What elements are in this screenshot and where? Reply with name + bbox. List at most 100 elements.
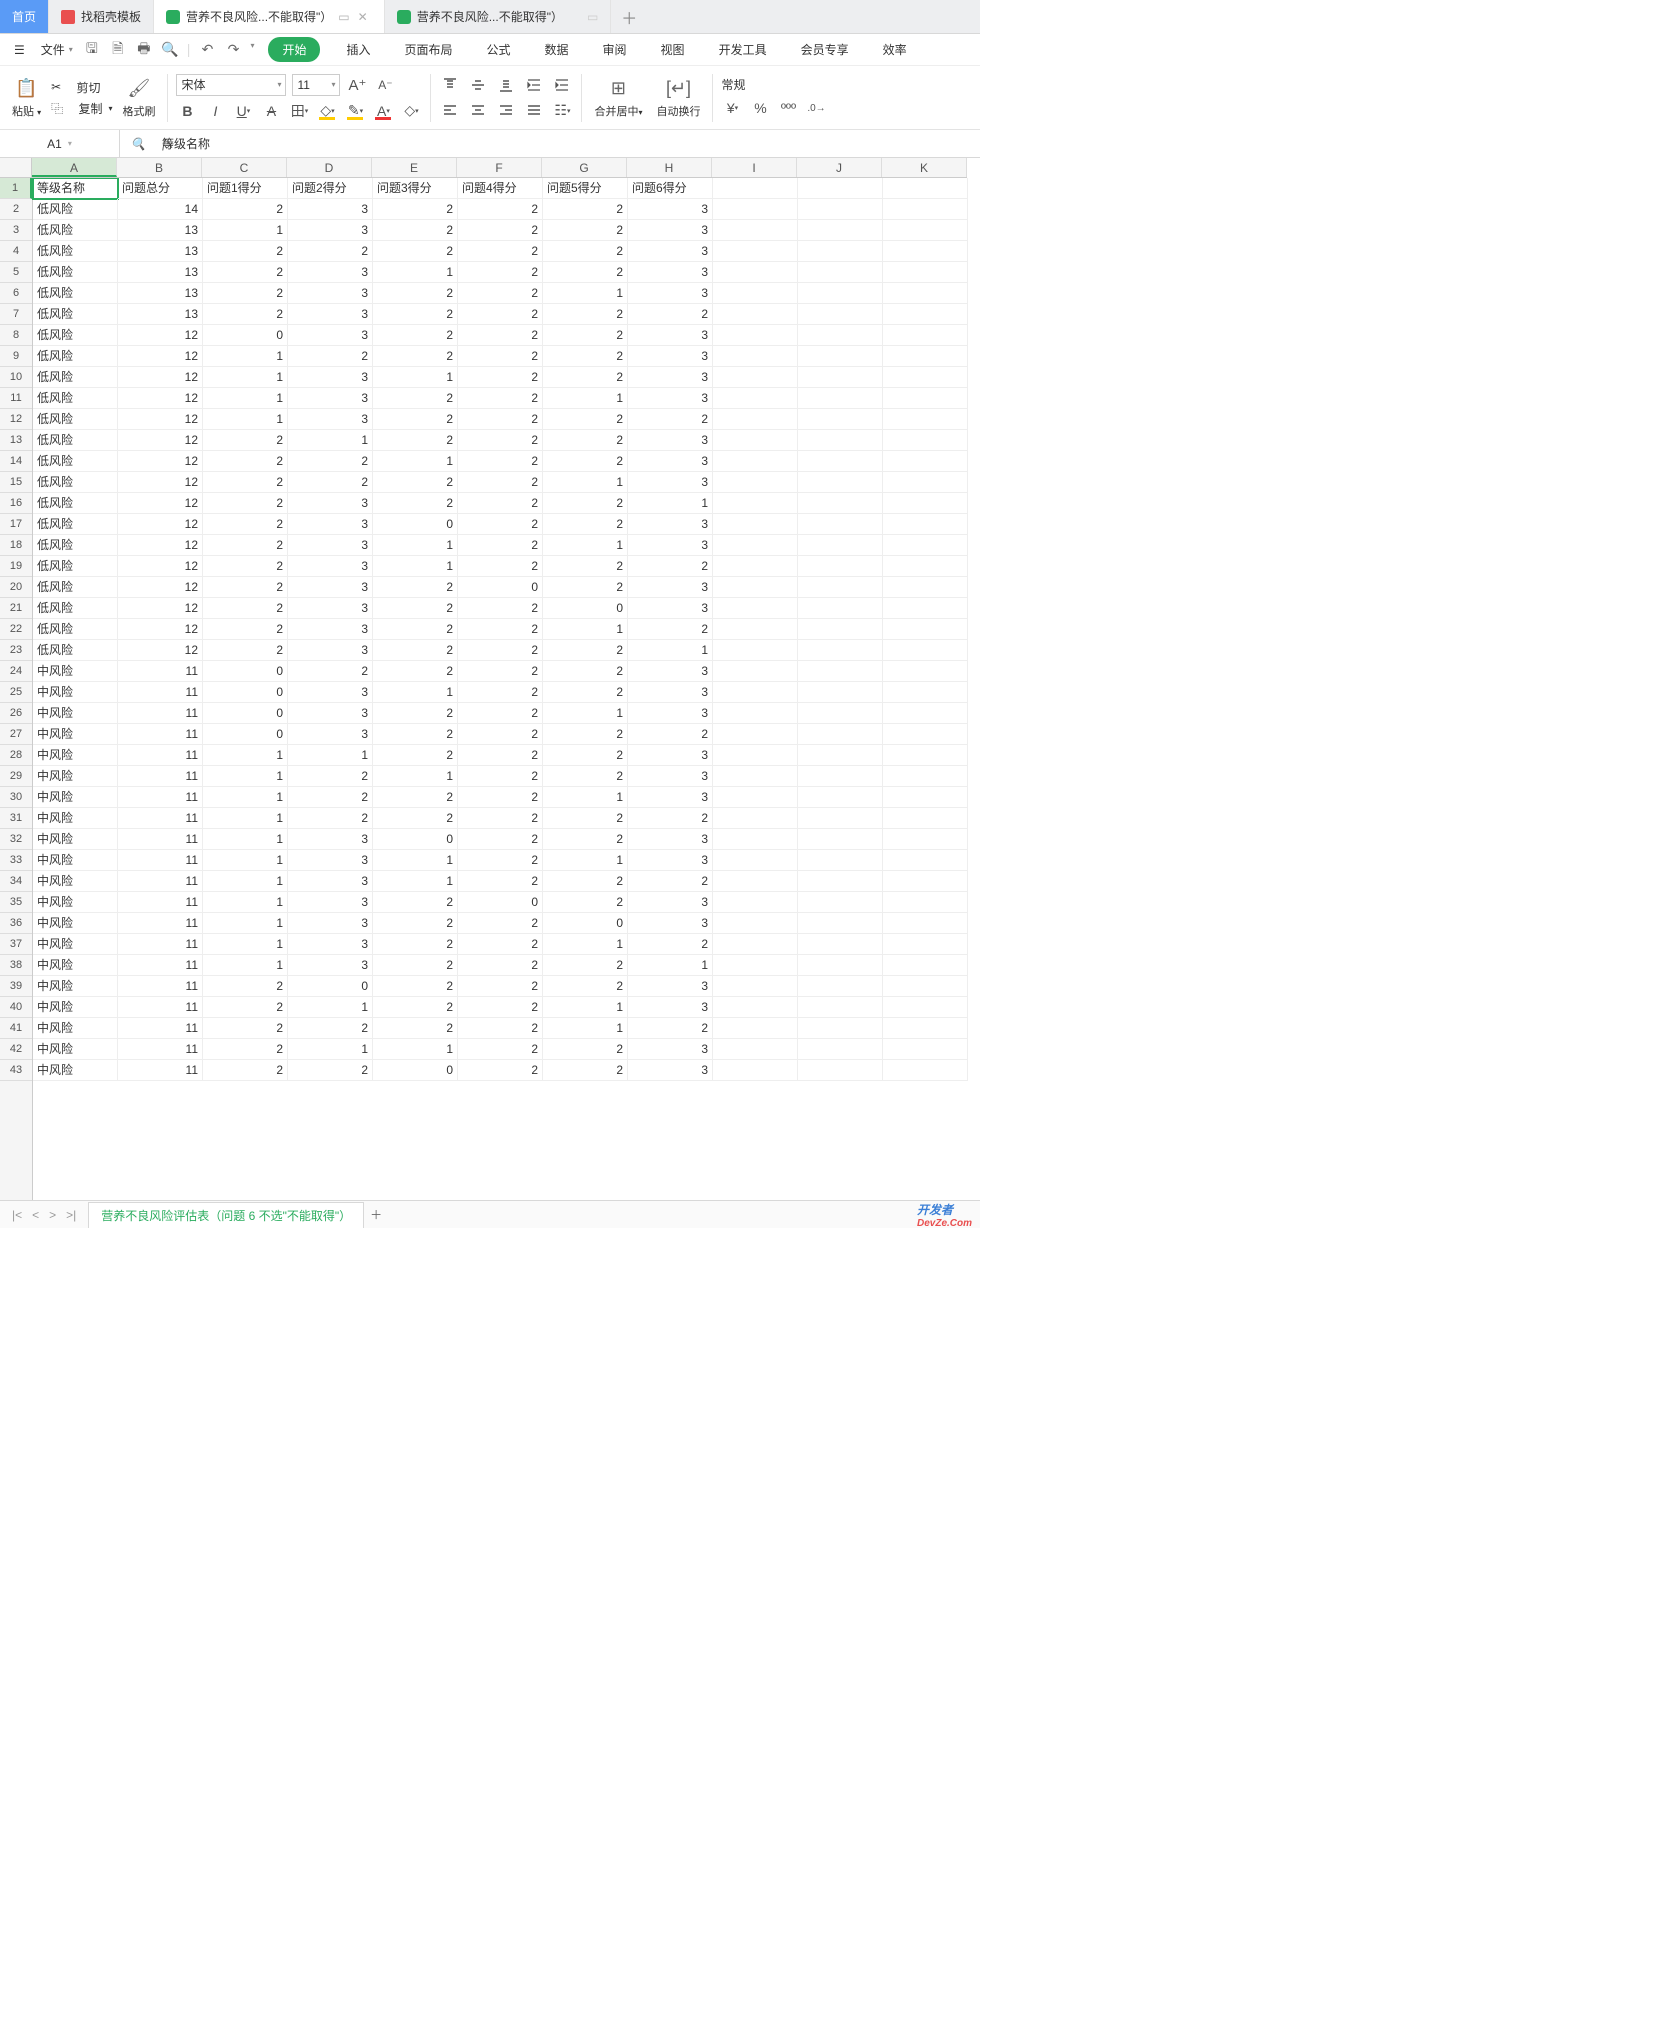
cell[interactable]: 2 [458,976,543,997]
cell[interactable] [883,997,968,1018]
cell[interactable]: 11 [118,934,203,955]
cell[interactable]: 3 [288,703,373,724]
orientation-icon[interactable]: ☷▾ [551,100,573,122]
cell[interactable]: 2 [458,388,543,409]
cell[interactable]: 2 [373,388,458,409]
cell[interactable] [713,535,798,556]
cell[interactable] [798,493,883,514]
cell[interactable]: 中风险 [33,913,118,934]
cell[interactable]: 2 [203,556,288,577]
cell[interactable]: 3 [288,262,373,283]
border-icon[interactable]: 田▾ [288,100,310,122]
cell[interactable]: 1 [203,766,288,787]
percent-icon[interactable]: % [749,97,771,119]
cell[interactable] [798,619,883,640]
cell[interactable] [713,913,798,934]
cell[interactable]: 问题1得分 [203,178,288,199]
col-header-K[interactable]: K [882,158,967,177]
cell[interactable]: 低风险 [33,409,118,430]
cell[interactable]: 2 [458,325,543,346]
cell[interactable] [798,430,883,451]
cell[interactable]: 2 [288,1060,373,1081]
cell[interactable]: 2 [543,199,628,220]
add-sheet-button[interactable]: ＋ [364,1206,388,1223]
cell[interactable]: 3 [288,535,373,556]
cell[interactable]: 2 [373,913,458,934]
cell[interactable]: 12 [118,556,203,577]
cell[interactable]: 低风险 [33,367,118,388]
cell[interactable] [883,535,968,556]
row-header[interactable]: 18 [0,535,32,556]
align-left-icon[interactable] [439,100,461,122]
cell[interactable]: 2 [288,1018,373,1039]
cell[interactable]: 2 [458,451,543,472]
cell[interactable]: 等级名称 [33,178,118,199]
cell[interactable]: 1 [373,871,458,892]
align-top-icon[interactable] [439,74,461,96]
cell[interactable] [798,241,883,262]
cell[interactable]: 低风险 [33,472,118,493]
cell[interactable] [713,724,798,745]
cell[interactable]: 中风险 [33,829,118,850]
paste-button[interactable]: 📋 粘贴 ▾ [8,77,45,119]
cell[interactable]: 2 [373,346,458,367]
cell[interactable]: 11 [118,1018,203,1039]
cell[interactable] [713,388,798,409]
cell[interactable] [713,703,798,724]
cell[interactable]: 3 [288,871,373,892]
row-header[interactable]: 31 [0,808,32,829]
cell[interactable] [798,514,883,535]
cell[interactable]: 2 [458,955,543,976]
cell[interactable]: 2 [203,493,288,514]
cell[interactable]: 2 [543,661,628,682]
font-name-select[interactable]: 宋体▾ [176,74,286,96]
cell[interactable]: 2 [628,724,713,745]
cell[interactable]: 2 [373,976,458,997]
cell[interactable]: 2 [458,367,543,388]
cell[interactable]: 3 [628,661,713,682]
cell[interactable]: 2 [458,1039,543,1060]
cell[interactable] [883,640,968,661]
col-header-A[interactable]: A [32,158,117,177]
cell[interactable]: 12 [118,514,203,535]
cell[interactable]: 1 [203,871,288,892]
cell[interactable] [713,934,798,955]
cell[interactable]: 2 [543,577,628,598]
cell[interactable] [883,1060,968,1081]
cell[interactable] [883,871,968,892]
cell[interactable]: 3 [628,451,713,472]
cell[interactable] [883,241,968,262]
title-tab-active[interactable]: 营养不良风险...不能取得"） ▭ ✕ [154,0,385,33]
row-header[interactable]: 43 [0,1060,32,1081]
cell[interactable] [713,451,798,472]
cell[interactable]: 低风险 [33,493,118,514]
cell[interactable] [798,220,883,241]
menu-tab-7[interactable]: 开发工具 [711,37,775,62]
cell[interactable]: 中风险 [33,892,118,913]
cell[interactable]: 2 [373,997,458,1018]
menu-tab-9[interactable]: 效率 [875,37,915,62]
cell[interactable]: 0 [373,829,458,850]
cell[interactable]: 2 [203,472,288,493]
cell[interactable]: 1 [203,745,288,766]
cell[interactable]: 1 [203,829,288,850]
cell[interactable]: 中风险 [33,724,118,745]
row-header[interactable]: 1 [0,178,32,199]
cell[interactable]: 11 [118,892,203,913]
cell[interactable]: 1 [288,997,373,1018]
cell[interactable]: 1 [203,388,288,409]
cell[interactable] [798,262,883,283]
cell[interactable]: 1 [373,535,458,556]
cell[interactable]: 2 [373,787,458,808]
cell[interactable] [883,745,968,766]
row-header[interactable]: 39 [0,976,32,997]
cell[interactable]: 低风险 [33,262,118,283]
cell[interactable] [713,472,798,493]
col-header-I[interactable]: I [712,158,797,177]
cell[interactable]: 0 [543,598,628,619]
row-header[interactable]: 14 [0,451,32,472]
cell[interactable] [713,493,798,514]
cell[interactable]: 2 [543,808,628,829]
cell[interactable]: 12 [118,619,203,640]
cell[interactable] [883,220,968,241]
